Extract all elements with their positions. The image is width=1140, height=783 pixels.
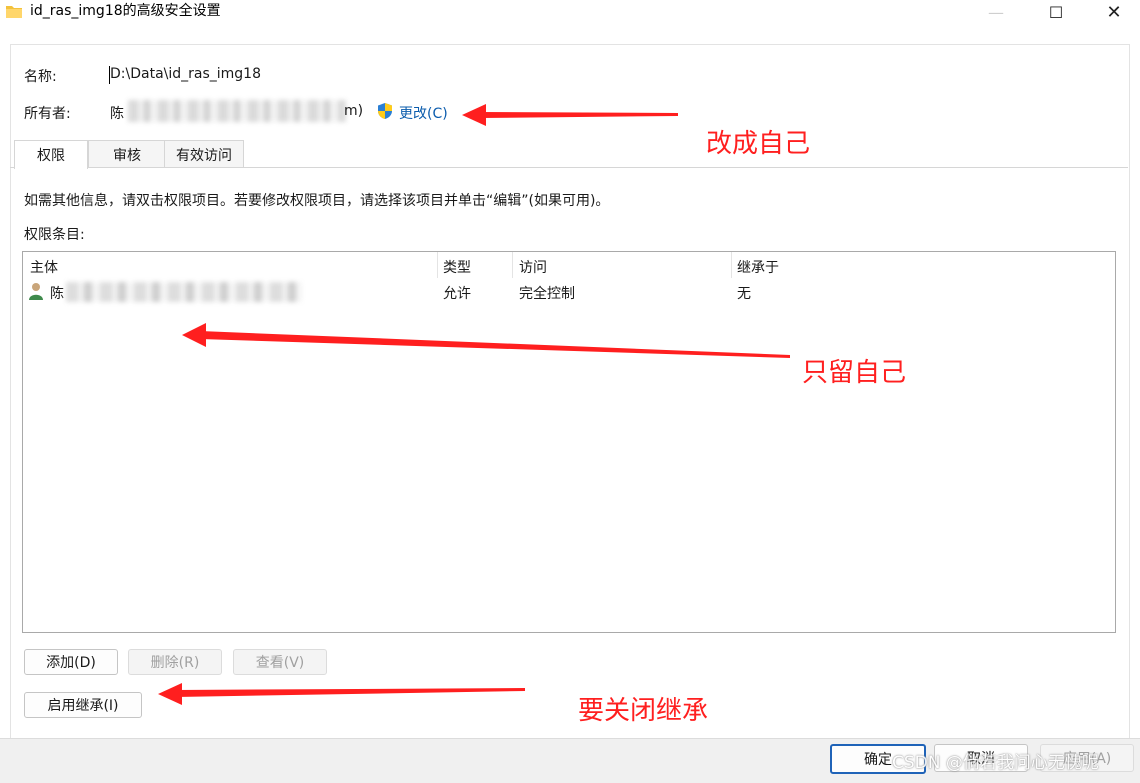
annotation-change-owner: 改成自己 — [706, 129, 811, 159]
close-button[interactable]: ✕ — [1088, 0, 1140, 24]
view-button[interactable]: 查看(V) — [233, 649, 327, 675]
uac-shield-icon — [378, 103, 392, 119]
tab-effective-access[interactable]: 有效访问 — [164, 140, 244, 168]
maximize-button[interactable]: ☐ — [1030, 0, 1082, 24]
title-bar: id_ras_img18的高级安全设置 — ☐ ✕ — [0, 0, 1140, 24]
owner-name-suffix: m) — [344, 103, 364, 119]
user-icon — [29, 283, 43, 300]
entry-type: 允许 — [443, 286, 471, 302]
owner-name-prefix: 陈 — [110, 106, 124, 122]
owner-label: 所有者: — [24, 106, 71, 122]
column-separator — [512, 252, 513, 278]
change-owner-link[interactable]: 更改(C) — [399, 103, 448, 123]
minimize-icon: — — [988, 2, 1004, 22]
name-label: 名称: — [24, 69, 57, 85]
annotation-keep-only-self: 只留自己 — [802, 358, 907, 388]
owner-redaction — [128, 100, 346, 122]
entry-inherited-from: 无 — [737, 286, 751, 302]
add-button[interactable]: 添加(D) — [24, 649, 118, 675]
permission-entries-list[interactable] — [22, 251, 1116, 633]
column-separator — [731, 252, 732, 278]
watermark: CSDN @倘若我问心无愧呢 — [892, 753, 1099, 773]
window-title: id_ras_img18的高级安全设置 — [30, 3, 221, 19]
entry-access: 完全控制 — [519, 286, 575, 302]
column-header-access[interactable]: 访问 — [519, 257, 547, 277]
tab-auditing[interactable]: 审核 — [88, 140, 166, 168]
enable-inheritance-button[interactable]: 启用继承(I) — [24, 692, 142, 718]
principal-name: 陈 — [50, 286, 64, 302]
column-header-inherited-from[interactable]: 继承于 — [737, 257, 779, 277]
column-header-type[interactable]: 类型 — [443, 257, 471, 277]
tab-permissions[interactable]: 权限 — [14, 140, 88, 169]
maximize-icon: ☐ — [1048, 2, 1064, 22]
minimize-button[interactable]: — — [970, 0, 1022, 24]
object-path[interactable]: D:\Data\id_ras_img18 — [110, 66, 261, 82]
close-icon: ✕ — [1106, 1, 1122, 23]
column-header-principal[interactable]: 主体 — [30, 257, 58, 277]
folder-icon — [6, 6, 22, 18]
permission-entries-label: 权限条目: — [24, 227, 85, 243]
remove-button[interactable]: 删除(R) — [128, 649, 222, 675]
info-text: 如需其他信息，请双击权限项目。若要修改权限项目，请选择该项目并单击“编辑”(如果… — [24, 193, 610, 209]
column-separator — [437, 252, 438, 278]
tab-divider — [10, 167, 1128, 168]
principal-redaction — [66, 282, 302, 302]
annotation-disable-inheritance: 要关闭继承 — [578, 696, 709, 726]
